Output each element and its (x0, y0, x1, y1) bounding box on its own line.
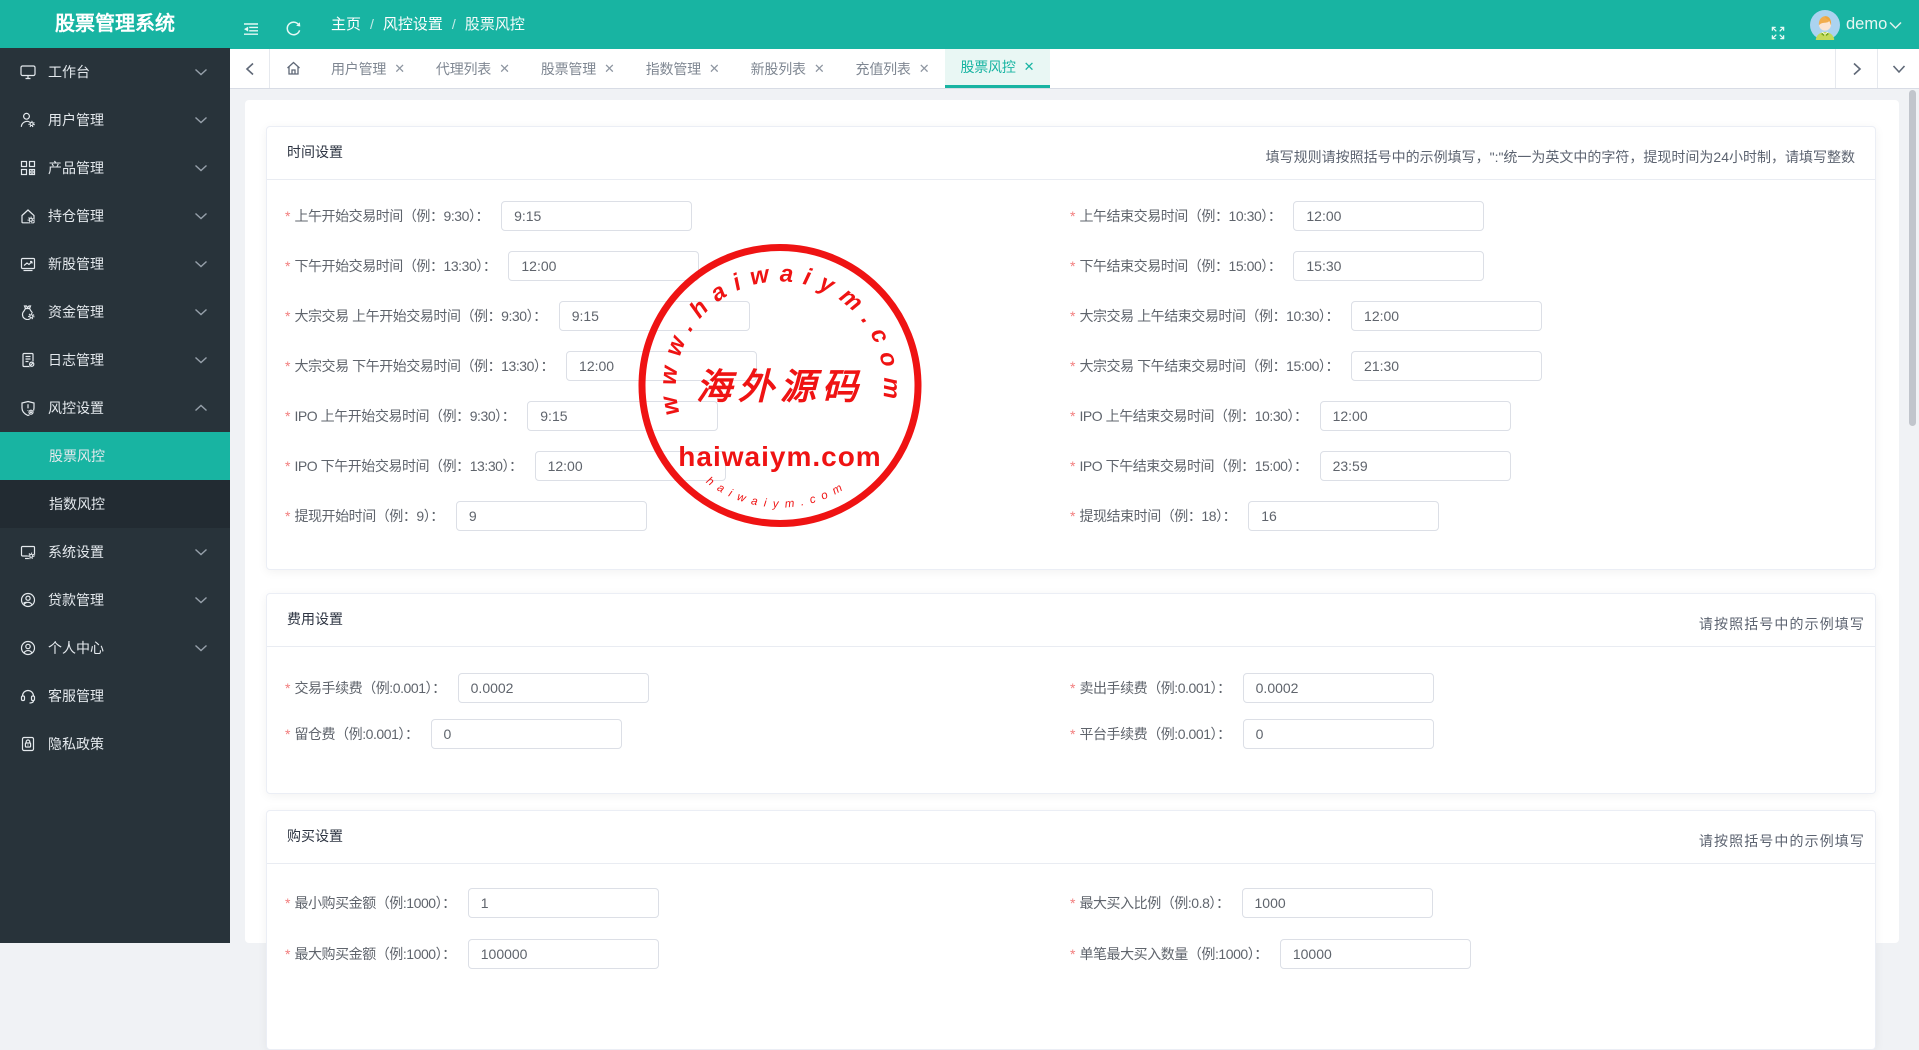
svg-text:haiwaiym.com: haiwaiym.com (678, 441, 881, 472)
svg-text:海外源码: 海外源码 (696, 367, 864, 407)
svg-text:haiwaiym.com: haiwaiym.com (704, 475, 848, 511)
